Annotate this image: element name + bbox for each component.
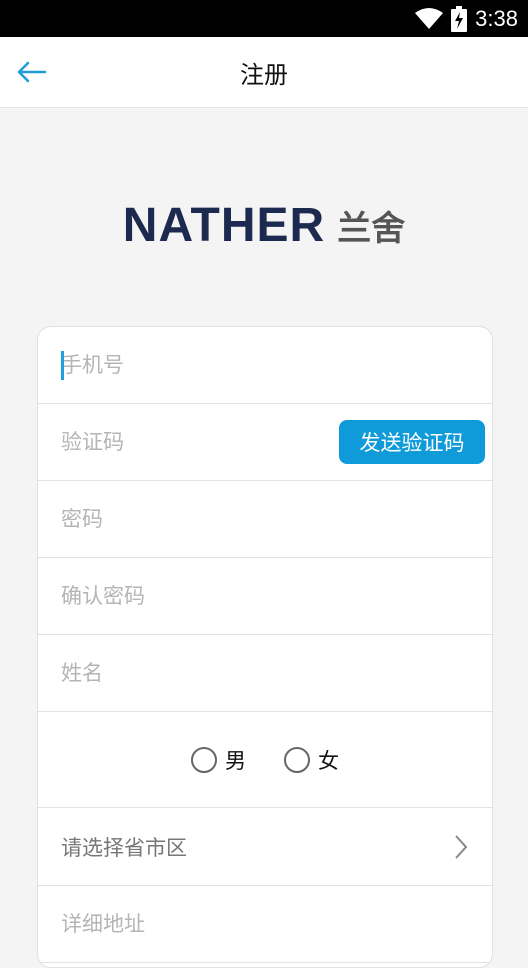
password-input[interactable] [61, 507, 321, 531]
radio-circle-icon [191, 746, 217, 773]
confirm-password-input[interactable] [61, 584, 321, 608]
phone-input[interactable] [61, 353, 321, 377]
register-form: 发送验证码 男 女 请选择省市区 [37, 326, 493, 968]
confirm-password-row [38, 558, 492, 635]
phone-row [38, 327, 492, 404]
name-row [38, 635, 492, 712]
wifi-icon [415, 7, 444, 30]
brand-logo: NATHER 兰舍 [0, 190, 528, 260]
back-button[interactable] [14, 55, 50, 89]
verification-code-input[interactable] [61, 430, 321, 454]
address-input[interactable] [61, 912, 321, 936]
send-code-button[interactable]: 发送验证码 [339, 420, 485, 464]
gender-female-option[interactable]: 女 [284, 745, 339, 775]
status-bar: 3:38 [0, 0, 528, 37]
text-cursor [61, 351, 64, 380]
battery-charging-icon [451, 5, 468, 32]
arrow-left-icon [17, 61, 47, 83]
app-bar: 注册 [0, 37, 528, 108]
logo-brand-text: NATHER [122, 198, 326, 252]
gender-male-label: 男 [225, 748, 246, 773]
page-title: 注册 [240, 60, 288, 89]
region-select-label: 请选择省市区 [61, 835, 187, 860]
chevron-right-icon [455, 835, 468, 859]
address-row [38, 886, 492, 963]
name-input[interactable] [61, 661, 321, 685]
region-select[interactable]: 请选择省市区 [38, 808, 492, 886]
radio-circle-icon [284, 746, 310, 773]
gender-female-label: 女 [318, 748, 339, 773]
logo-brand-cn-text: 兰舍 [337, 208, 406, 249]
gender-male-option[interactable]: 男 [191, 745, 246, 775]
gender-radio-group: 男 女 [38, 712, 492, 808]
status-time: 3:38 [475, 5, 518, 31]
password-row [38, 481, 492, 558]
code-row: 发送验证码 [38, 404, 492, 481]
